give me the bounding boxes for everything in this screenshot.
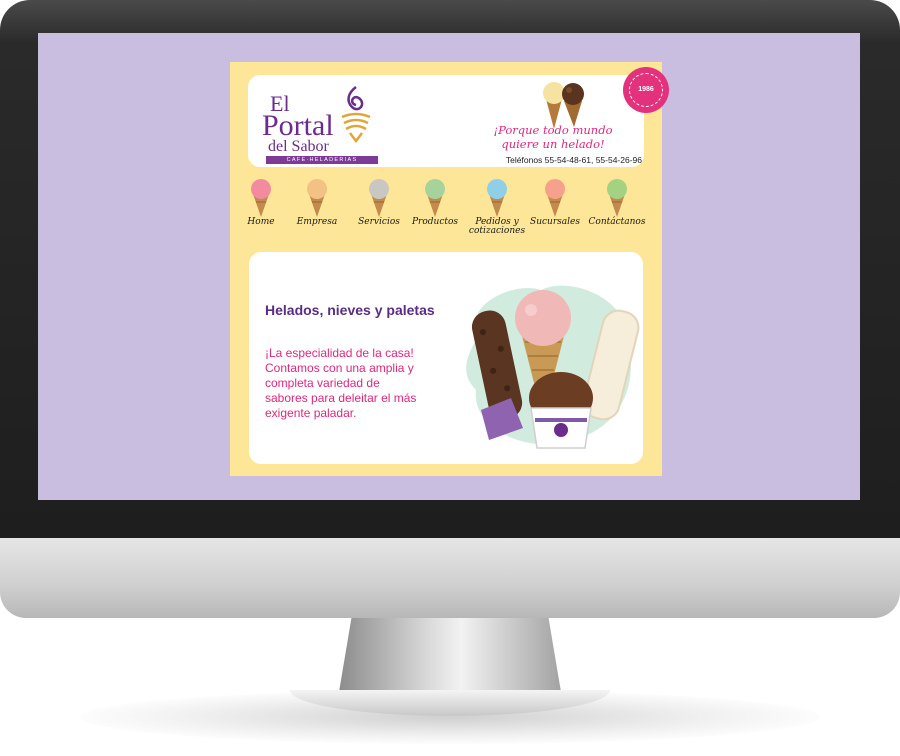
nav-cone-icon (425, 179, 445, 217)
nav-cone-icon (545, 179, 565, 217)
nav-cone-icon (369, 179, 389, 217)
content-card: Helados, nieves y paletas ¡La especialid… (249, 252, 643, 464)
logo-cone-icon (341, 86, 371, 143)
nav-item-empresa[interactable]: Empresa (288, 177, 346, 237)
nav-label: Contáctanos (588, 217, 646, 227)
nav-label: Productos (411, 217, 459, 227)
nav-item-sucursales[interactable]: Sucursales (526, 177, 584, 237)
nav-cone-icon (251, 179, 271, 217)
nav-item-home[interactable]: Home (232, 177, 290, 237)
nav-item-contactanos[interactable]: Contáctanos (584, 177, 650, 237)
nav-label: Pedidos y cotizaciones (468, 217, 526, 236)
content-body: ¡La especialidad de la casa! Contamos co… (265, 346, 417, 420)
monitor-stand-neck (338, 618, 562, 698)
monitor-chin (0, 538, 900, 618)
logo-line2: Portal (262, 109, 334, 142)
logo-tagline: CAFE·HELADERIAS (266, 156, 378, 164)
nav-cone-icon (487, 179, 507, 217)
nav-label: Sucursales (530, 217, 580, 227)
header-card: El Portal del Sabor CAFE·HELADERIAS 1986… (248, 67, 669, 167)
main-nav: Home Empresa Servicios Productos Pedidos… (230, 177, 662, 237)
site-logo[interactable]: El Portal del Sabor CAFE·HELADERIAS (256, 81, 386, 165)
nav-label: Empresa (296, 217, 338, 227)
badge-ring (629, 73, 663, 107)
monitor-screen: El Portal del Sabor CAFE·HELADERIAS 1986… (38, 33, 860, 500)
nav-label: Servicios (358, 217, 400, 227)
content-title: Helados, nieves y paletas (265, 302, 435, 318)
logo-line3: del Sabor (268, 138, 329, 155)
slogan: ¡Porque todo mundo quiere un helado! (493, 123, 613, 151)
nav-label: Home (247, 217, 275, 227)
website: El Portal del Sabor CAFE·HELADERIAS 1986… (230, 62, 669, 476)
nav-item-pedidos[interactable]: Pedidos y cotizaciones (464, 177, 530, 237)
ice-cream-products-image (466, 285, 640, 449)
anniversary-badge: 1986 (623, 67, 669, 113)
nav-cone-icon (607, 179, 627, 217)
nav-item-productos[interactable]: Productos (406, 177, 464, 237)
nav-cone-icon (307, 179, 327, 217)
phone-numbers: Teléfonos 55-54-48-61, 55-54-26-96 (505, 155, 642, 165)
nav-item-servicios[interactable]: Servicios (350, 177, 408, 237)
